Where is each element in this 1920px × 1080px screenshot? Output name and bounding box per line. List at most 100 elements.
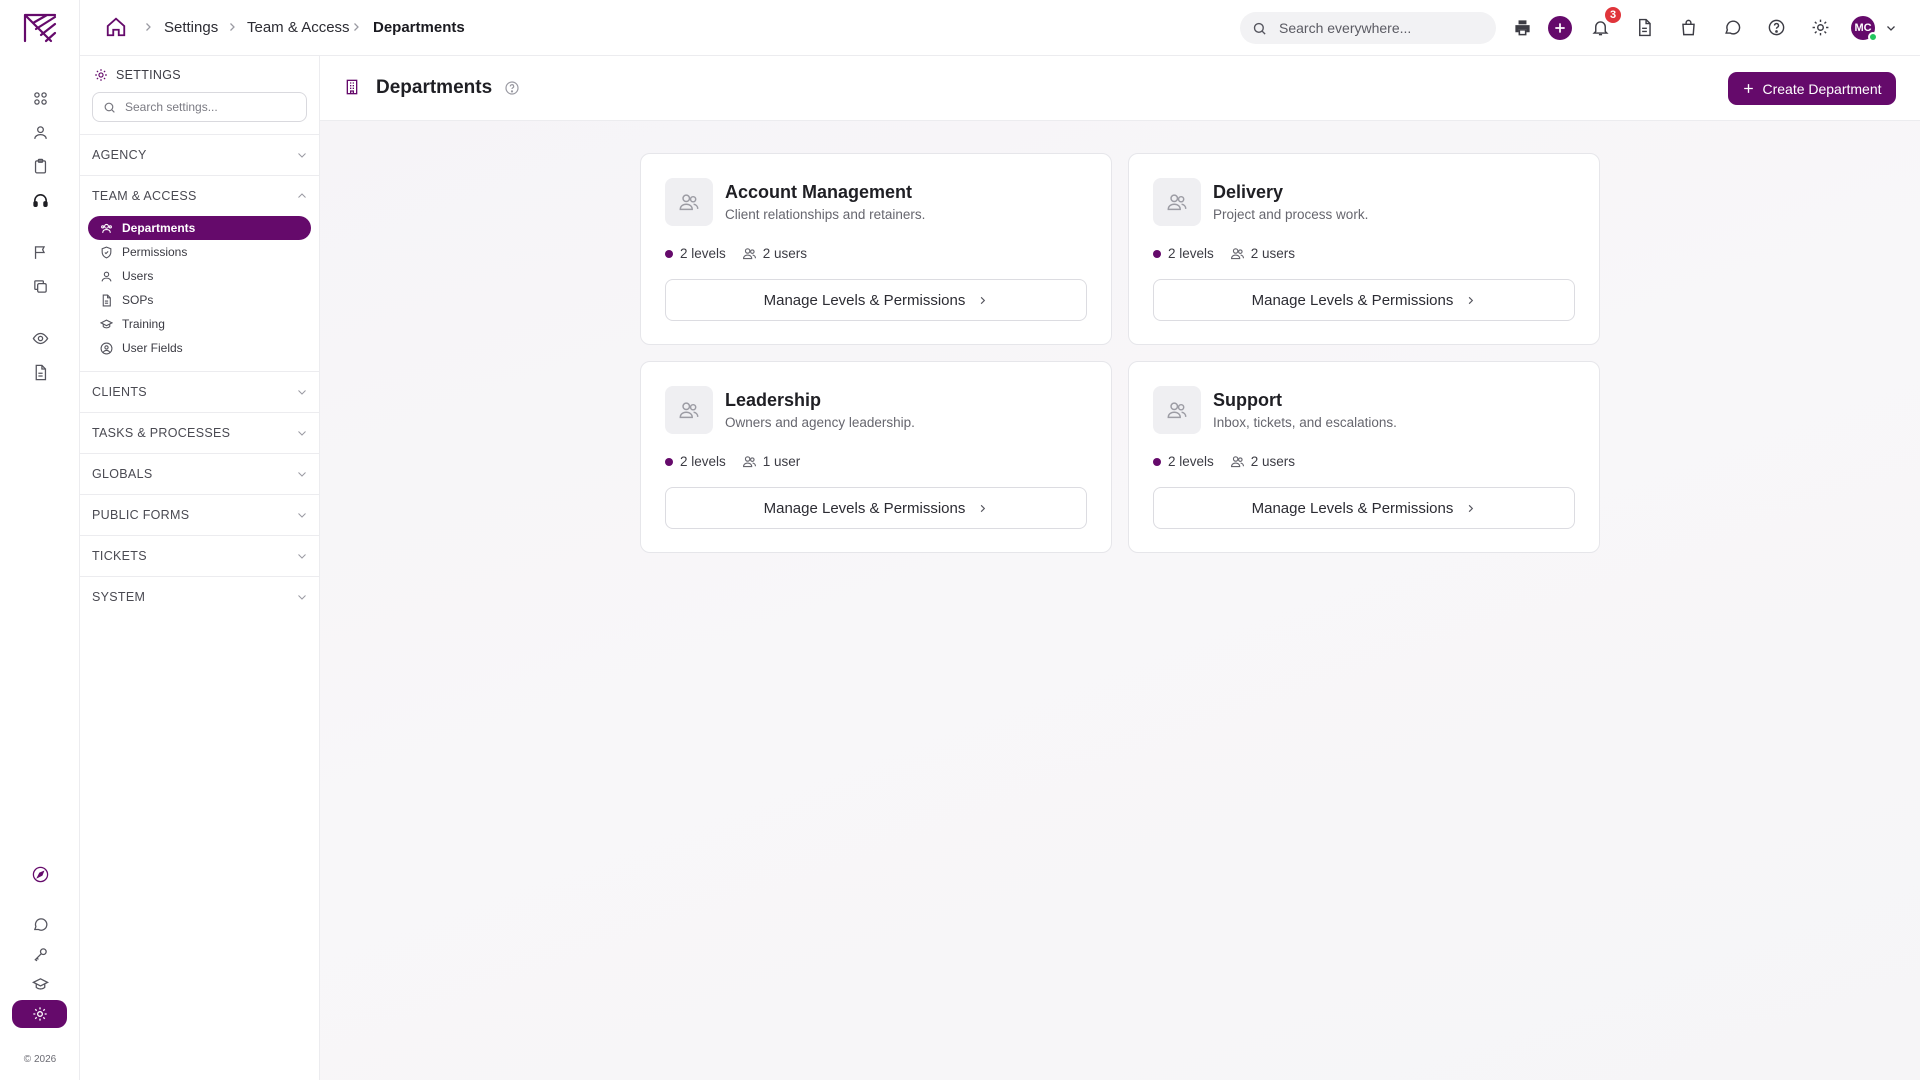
users-icon <box>1167 194 1187 211</box>
manage-levels-button[interactable]: Manage Levels & Permissions <box>1153 279 1575 321</box>
department-description: Owners and agency leadership. <box>725 415 915 430</box>
gear-icon[interactable] <box>1808 15 1832 39</box>
department-levels: 2 levels <box>680 454 726 469</box>
department-meta: 2 levels 1 user <box>665 454 800 469</box>
copyright: © 2026 <box>23 1054 57 1065</box>
help-icon[interactable] <box>504 80 520 96</box>
notification-badge: 3 <box>1605 7 1621 23</box>
chevron-down-icon[interactable] <box>1885 22 1897 34</box>
section-label: TICKETS <box>92 549 147 563</box>
main-content: Departments Create Department Account Ma… <box>320 56 1920 1080</box>
sidebar-item-user-fields[interactable]: User Fields <box>88 336 311 360</box>
user-icon <box>101 271 112 281</box>
rocket-icon[interactable] <box>26 860 54 888</box>
section-team-access[interactable]: TEAM & ACCESS <box>80 175 320 216</box>
clipboard-icon[interactable] <box>26 152 54 180</box>
global-search[interactable] <box>1240 12 1496 44</box>
manage-levels-button[interactable]: Manage Levels & Permissions <box>1153 487 1575 529</box>
home-icon[interactable] <box>105 16 127 38</box>
help-icon[interactable] <box>1764 15 1788 39</box>
file-icon <box>102 294 111 306</box>
print-icon[interactable] <box>1510 15 1534 39</box>
sidebar-item-label: User Fields <box>122 341 183 355</box>
copy-icon[interactable] <box>26 272 54 300</box>
users-icon <box>1230 456 1244 468</box>
chevron-down-icon <box>298 554 306 559</box>
users-icon <box>679 194 699 211</box>
levels-dot <box>665 249 673 258</box>
grid-icon[interactable] <box>26 84 54 112</box>
department-name: Leadership <box>725 390 822 410</box>
department-users: 2 users <box>1250 246 1296 261</box>
graduation-cap-icon[interactable] <box>26 970 54 998</box>
brand-logo[interactable] <box>22 12 58 44</box>
flag-icon[interactable] <box>26 238 54 266</box>
breadcrumb-settings[interactable]: Settings <box>164 19 218 36</box>
sidebar-item-label: Departments <box>122 221 196 235</box>
settings-search[interactable] <box>92 92 307 122</box>
department-users: 1 user <box>762 454 801 469</box>
section-system[interactable]: SYSTEM <box>80 576 320 617</box>
section-globals[interactable]: GLOBALS <box>80 453 320 494</box>
key-icon[interactable] <box>26 940 54 968</box>
department-card: Delivery Project and process work. 2 lev… <box>1128 153 1600 345</box>
levels-dot <box>1153 457 1161 466</box>
sidebar-item-sops[interactable]: SOPs <box>88 288 311 312</box>
department-levels: 2 levels <box>680 246 726 261</box>
section-tasks-processes[interactable]: TASKS & PROCESSES <box>80 412 320 453</box>
department-meta: 2 levels 2 users <box>1153 246 1295 261</box>
chevron-down-icon <box>298 472 306 477</box>
settings-sidebar-title: SETTINGS <box>116 68 181 82</box>
sidebar-item-permissions[interactable]: Permissions <box>88 240 311 264</box>
chevron-down-icon <box>298 153 306 158</box>
department-meta: 2 levels 2 users <box>1153 454 1295 469</box>
create-department-button[interactable]: Create Department <box>1728 72 1896 105</box>
section-tickets[interactable]: TICKETS <box>80 535 320 576</box>
manage-levels-button[interactable]: Manage Levels & Permissions <box>665 279 1087 321</box>
department-meta: 2 levels 2 users <box>665 246 807 261</box>
section-label: AGENCY <box>92 148 147 162</box>
chevron-right-icon <box>981 504 986 512</box>
bag-icon[interactable] <box>1676 15 1700 39</box>
chevron-right-icon <box>146 23 151 31</box>
settings-sidebar-header: SETTINGS <box>94 68 181 82</box>
chevron-down-icon <box>298 595 306 600</box>
section-clients[interactable]: CLIENTS <box>80 371 320 412</box>
department-name: Support <box>1213 390 1282 410</box>
add-icon[interactable] <box>1548 16 1572 40</box>
headset-icon[interactable] <box>26 186 54 214</box>
users-icon <box>679 402 699 419</box>
department-card: Leadership Owners and agency leadership.… <box>640 361 1112 553</box>
chevron-right-icon <box>1469 504 1474 512</box>
chevron-right-icon <box>981 296 986 304</box>
person-icon[interactable] <box>26 118 54 146</box>
global-search-input[interactable] <box>1279 20 1479 36</box>
document-icon[interactable] <box>1632 15 1656 39</box>
department-avatar <box>665 178 713 226</box>
section-public-forms[interactable]: PUBLIC FORMS <box>80 494 320 535</box>
manage-levels-label: Manage Levels & Permissions <box>763 291 966 309</box>
chevron-right-icon <box>1469 296 1474 304</box>
section-agency[interactable]: AGENCY <box>80 134 320 175</box>
sidebar-item-departments[interactable]: Departments <box>88 216 311 240</box>
gear-icon[interactable] <box>12 1000 67 1028</box>
breadcrumb-team-access[interactable]: Team & Access <box>247 19 350 36</box>
chat-icon[interactable] <box>1720 15 1744 39</box>
file-icon[interactable] <box>26 358 54 386</box>
top-bar: Settings Team & Access Departments 3 MC <box>80 0 1920 56</box>
app-rail: © 2026 <box>0 0 80 1080</box>
users-icon <box>1230 248 1244 260</box>
sidebar-item-training[interactable]: Training <box>88 312 311 336</box>
users-icon <box>1167 402 1187 419</box>
eye-icon[interactable] <box>26 324 54 352</box>
sidebar-item-label: Training <box>122 317 165 331</box>
manage-levels-button[interactable]: Manage Levels & Permissions <box>665 487 1087 529</box>
online-status-indicator <box>1868 32 1878 42</box>
department-description: Project and process work. <box>1213 207 1369 222</box>
sidebar-item-users[interactable]: Users <box>88 264 311 288</box>
chat-icon[interactable] <box>26 910 54 938</box>
manage-levels-label: Manage Levels & Permissions <box>1251 499 1454 517</box>
sidebar-item-label: Users <box>122 269 154 283</box>
settings-search-input[interactable] <box>125 100 295 114</box>
department-avatar <box>665 386 713 434</box>
